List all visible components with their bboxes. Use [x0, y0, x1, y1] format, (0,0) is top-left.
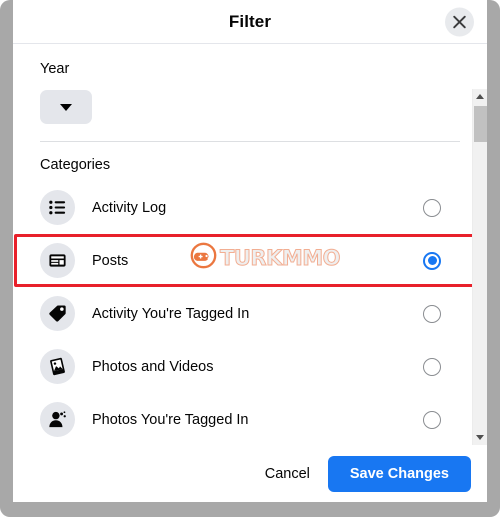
- close-button[interactable]: [445, 7, 474, 36]
- category-row-photos-tagged[interactable]: Photos You're Tagged In: [13, 393, 487, 446]
- dialog-footer: Cancel Save Changes: [13, 446, 487, 502]
- cancel-button[interactable]: Cancel: [251, 458, 324, 490]
- category-row-activity-tagged[interactable]: Activity You're Tagged In: [13, 287, 487, 340]
- category-row-posts[interactable]: Posts: [13, 234, 487, 287]
- page-title: Filter: [228, 11, 272, 31]
- radio-photos-videos[interactable]: [423, 357, 441, 376]
- category-label: Activity Log: [92, 199, 167, 216]
- year-section: Year: [13, 44, 487, 124]
- category-row-activity-log[interactable]: Activity Log: [13, 181, 487, 234]
- scrollbar-thumb[interactable]: [474, 106, 487, 142]
- category-label: Photos You're Tagged In: [92, 411, 249, 428]
- chevron-down-icon: [60, 103, 72, 111]
- save-changes-button[interactable]: Save Changes: [327, 456, 471, 492]
- dialog-header: Filter: [13, 0, 487, 44]
- category-label: Photos and Videos: [92, 358, 214, 375]
- radio-photos-tagged[interactable]: [423, 410, 441, 429]
- article-icon: [40, 243, 75, 278]
- window-frame: Filter Year Categories Activity Log Post…: [0, 0, 500, 517]
- list-icon: [40, 190, 75, 225]
- radio-activity-tagged[interactable]: [423, 304, 441, 323]
- scroll-down-arrow-icon[interactable]: [473, 430, 487, 445]
- category-label: Posts: [92, 252, 129, 269]
- categories-label: Categories: [40, 157, 111, 173]
- photo-icon: [40, 349, 75, 384]
- filter-dialog: Filter Year Categories Activity Log Post…: [13, 0, 487, 502]
- scrollbar[interactable]: [472, 89, 487, 445]
- scroll-up-arrow-icon[interactable]: [473, 89, 487, 104]
- dialog-body: Year Categories Activity Log Posts Activ…: [13, 44, 487, 446]
- category-label: Activity You're Tagged In: [92, 305, 250, 322]
- triangle-down: [476, 435, 484, 440]
- year-select[interactable]: [40, 90, 92, 124]
- radio-activity-log[interactable]: [423, 198, 441, 217]
- category-row-photos-videos[interactable]: Photos and Videos: [13, 340, 487, 393]
- year-label: Year: [40, 61, 70, 77]
- close-icon: [452, 14, 467, 29]
- categories-list: Activity Log Posts Activity You're Tagge…: [13, 181, 487, 446]
- tag-icon: [40, 296, 75, 331]
- triangle-up: [476, 94, 484, 99]
- radio-posts[interactable]: [423, 251, 441, 270]
- person-tag-icon: [40, 402, 75, 437]
